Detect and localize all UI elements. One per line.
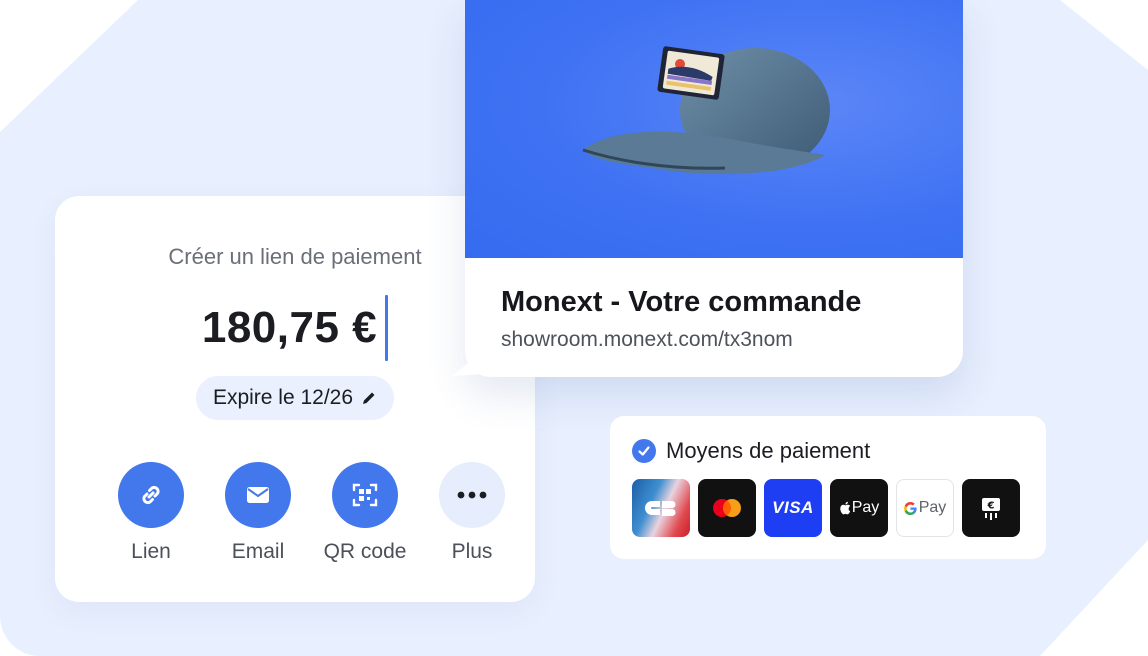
more-dots-icon [457,491,487,499]
email-action-label: Email [231,540,285,563]
qr-code-action-circle [332,462,398,528]
more-action-circle [439,462,505,528]
cb-logo-icon [632,479,690,537]
payment-link-title: Créer un lien de paiement [168,244,422,269]
payment-methods-card: Moyens de paiement VISA Pay Pay € [610,416,1046,559]
payment-methods-list: VISA Pay Pay € [632,479,1020,537]
apple-pay-logo-icon: Pay [830,479,888,537]
product-title: Monext - Votre commande [501,286,862,318]
email-action-button[interactable]: Email [208,462,308,564]
more-action-label: Plus [451,540,493,563]
expiry-label: Expire le 12/26 [212,386,354,409]
euro-terminal-icon: € [962,479,1020,537]
google-pay-text: Pay [918,499,947,516]
envelope-icon [247,487,269,503]
expiry-pill[interactable]: Expire le 12/26 [196,376,394,420]
cap-image-icon [582,46,830,175]
payment-link-card: Créer un lien de paiement 180,75 € Expir… [55,196,535,602]
check-icon[interactable] [632,439,656,463]
email-action-circle [225,462,291,528]
amount-field[interactable]: 180,75 € [55,294,535,362]
google-pay-logo-icon: Pay [896,479,954,537]
more-action-button[interactable]: Plus [422,462,522,564]
apple-pay-text: Pay [851,499,880,516]
product-image [465,0,963,258]
link-icon [142,485,160,505]
payment-methods-header[interactable]: Moyens de paiement [632,438,870,464]
mastercard-logo-icon [698,479,756,537]
text-caret [385,295,389,361]
amount-value: 180,75 € [201,303,378,352]
payment-methods-label: Moyens de paiement [666,438,871,463]
qr-code-action-label: QR code [323,540,407,563]
link-action-button[interactable]: Lien [101,462,201,564]
product-preview-card[interactable]: Monext - Votre commande showroom.monext.… [465,0,963,377]
svg-text:€: € [987,501,995,512]
qr-code-action-button[interactable]: QR code [315,462,415,564]
visa-logo-icon: VISA [764,479,822,537]
pencil-icon [363,392,375,404]
product-url[interactable]: showroom.monext.com/tx3nom [501,328,793,352]
link-action-circle [118,462,184,528]
share-actions: Lien Email QR code Plus [101,462,505,572]
visa-logo-text: VISA [772,498,814,517]
qr-code-icon [352,483,378,507]
link-action-label: Lien [131,540,171,563]
